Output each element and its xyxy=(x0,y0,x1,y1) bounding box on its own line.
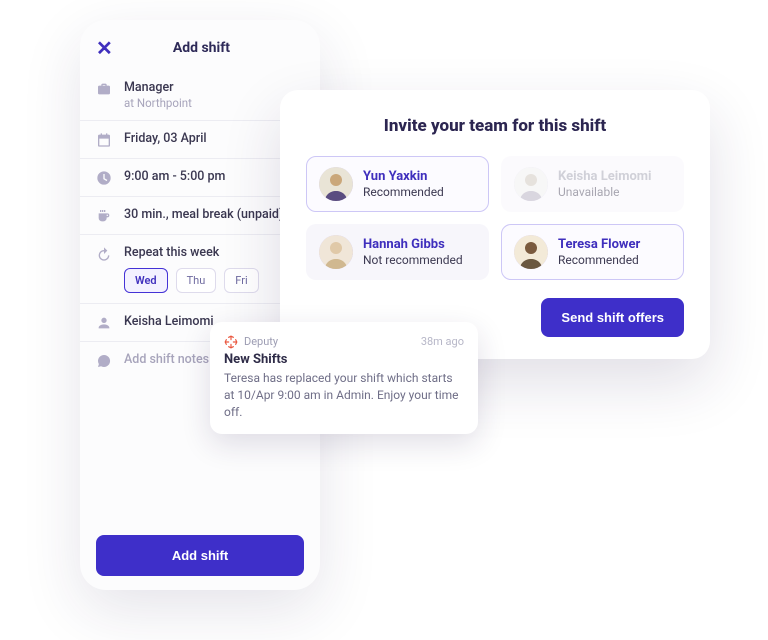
notification-title: New Shifts xyxy=(224,352,464,367)
break-value: 30 min., meal break (unpaid) xyxy=(124,207,304,222)
location-label: at Northpoint xyxy=(124,96,304,110)
briefcase-icon xyxy=(96,81,112,97)
member-grid: Yun Yaxkin Recommended Keisha Leimomi Un… xyxy=(306,156,684,280)
day-chip-fri[interactable]: Fri xyxy=(224,268,258,293)
day-chip-wed[interactable]: Wed xyxy=(124,268,168,293)
close-icon[interactable]: ✕ xyxy=(96,38,113,58)
invite-panel: Invite your team for this shift Yun Yaxk… xyxy=(280,90,710,359)
clock-icon xyxy=(96,170,112,186)
avatar xyxy=(514,235,548,269)
notification-app-name: Deputy xyxy=(244,335,278,348)
member-status: Unavailable xyxy=(558,185,652,199)
member-status: Recommended xyxy=(363,185,444,199)
member-name: Hannah Gibbs xyxy=(363,237,463,252)
coffee-icon xyxy=(96,208,112,224)
send-offers-button[interactable]: Send shift offers xyxy=(541,298,684,337)
member-card[interactable]: Yun Yaxkin Recommended xyxy=(306,156,489,212)
add-shift-header: ✕ Add shift xyxy=(80,38,320,70)
role-label: Manager xyxy=(124,80,304,95)
avatar xyxy=(514,167,548,201)
avatar xyxy=(319,235,353,269)
push-notification[interactable]: Deputy 38m ago New Shifts Teresa has rep… xyxy=(210,322,478,434)
repeat-label: Repeat this week xyxy=(124,245,304,260)
member-card[interactable]: Teresa Flower Recommended xyxy=(501,224,684,280)
calendar-icon xyxy=(96,132,112,148)
notification-body: Teresa has replaced your shift which sta… xyxy=(224,370,464,420)
avatar xyxy=(319,167,353,201)
person-icon xyxy=(96,315,112,331)
day-chip-thu[interactable]: Thu xyxy=(176,268,217,293)
notification-time: 38m ago xyxy=(421,335,464,348)
member-name: Teresa Flower xyxy=(558,237,640,252)
repeat-icon xyxy=(96,246,112,262)
date-value: Friday, 03 April xyxy=(124,131,304,146)
invite-title: Invite your team for this shift xyxy=(306,116,684,136)
screen-title: Add shift xyxy=(113,40,290,56)
deputy-app-icon xyxy=(224,334,238,348)
day-chip-group: Wed Thu Fri xyxy=(124,268,304,293)
time-value: 9:00 am - 5:00 pm xyxy=(124,169,304,184)
member-card[interactable]: Hannah Gibbs Not recommended xyxy=(306,224,489,280)
member-name: Keisha Leimomi xyxy=(558,169,652,184)
chat-icon xyxy=(96,353,112,369)
member-card: Keisha Leimomi Unavailable xyxy=(501,156,684,212)
member-status: Recommended xyxy=(558,253,640,267)
member-name: Yun Yaxkin xyxy=(363,169,444,184)
add-shift-button[interactable]: Add shift xyxy=(96,535,304,576)
member-status: Not recommended xyxy=(363,253,463,267)
